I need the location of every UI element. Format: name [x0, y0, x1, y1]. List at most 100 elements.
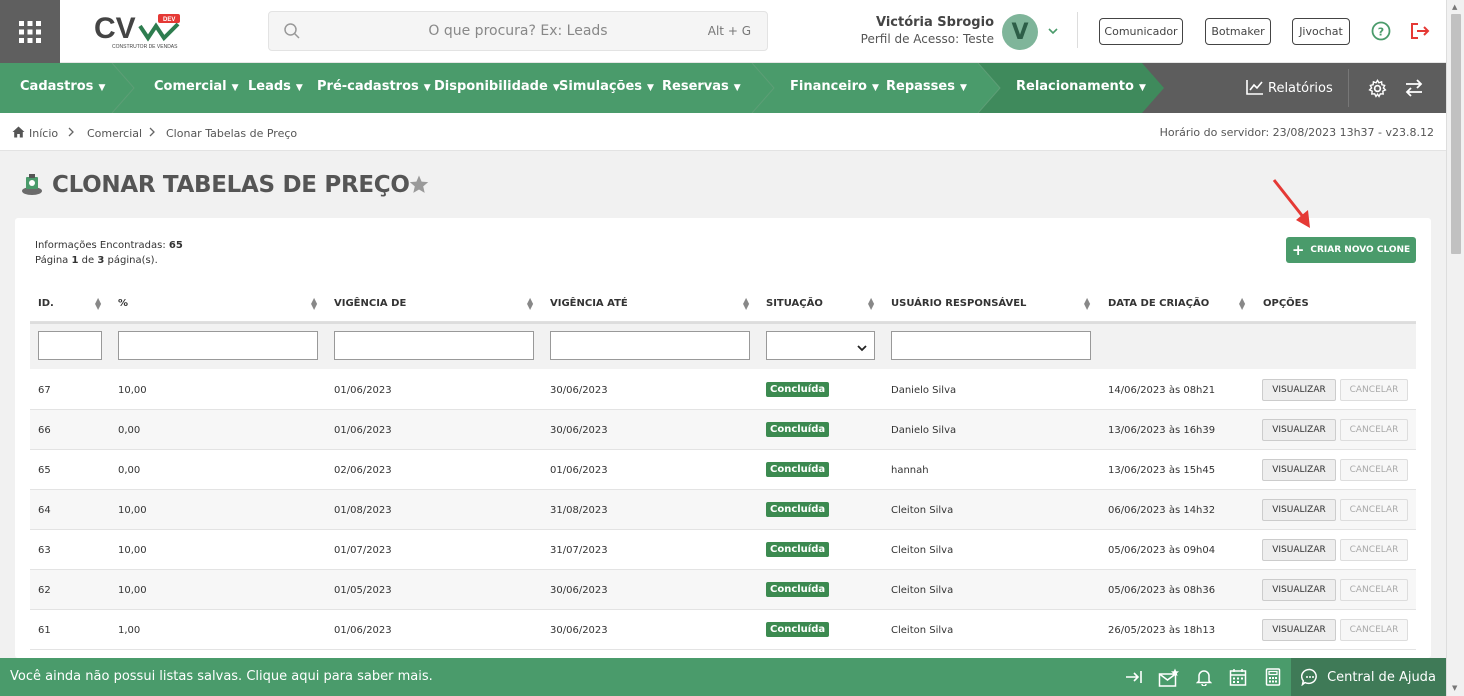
scroll-up-icon[interactable]: ▲ — [1452, 3, 1457, 11]
cell-percent: 10,00 — [118, 385, 147, 396]
nav-repasses[interactable]: Repasses ▼ — [886, 79, 967, 94]
jivochat-button[interactable]: Jivochat — [1292, 18, 1350, 45]
user-info[interactable]: Victória Sbrogio Perfil de Acesso: Teste — [861, 15, 994, 46]
global-search[interactable]: O que procura? Ex: Leads Alt + G — [268, 11, 768, 51]
company-logo[interactable]: CV DEV CONSTRUTOR DE VENDAS — [92, 10, 192, 52]
results-count: 65 — [168, 240, 183, 251]
cell-data-criacao: 14/06/2023 às 08h21 — [1108, 385, 1216, 396]
svg-text:CONSTRUTOR DE VENDAS: CONSTRUTOR DE VENDAS — [112, 44, 178, 50]
chat-bubble-icon — [1301, 668, 1317, 686]
cell-usuario: Danielo Silva — [891, 425, 957, 436]
calendar-icon[interactable] — [1229, 668, 1247, 686]
logout-icon[interactable] — [1409, 21, 1431, 41]
breadcrumb-current: Clonar Tabelas de Preço — [166, 127, 298, 140]
header-percent[interactable]: % — [118, 298, 128, 309]
chevron-down-icon: ▼ — [98, 83, 106, 93]
cancel-button[interactable]: CANCELAR — [1340, 619, 1408, 641]
view-button[interactable]: VISUALIZAR — [1262, 459, 1336, 481]
chevron-down-icon: ▼ — [871, 83, 879, 93]
header-data-criacao[interactable]: DATA DE CRIAÇÃO — [1108, 298, 1209, 309]
nav-pre-cadastros[interactable]: Pré-cadastros ▼ — [317, 79, 431, 94]
chevron-down-icon: ▼ — [959, 83, 967, 93]
home-icon[interactable] — [12, 126, 25, 138]
nav-simulacoes[interactable]: Simulações ▼ — [559, 79, 654, 94]
chevron-down-icon — [856, 338, 868, 357]
scroll-down-icon[interactable]: ▼ — [1452, 684, 1457, 692]
nav-cadastros[interactable]: Cadastros ▼ — [20, 79, 105, 94]
nav-financeiro[interactable]: Financeiro ▼ — [790, 79, 879, 94]
view-button[interactable]: VISUALIZAR — [1262, 379, 1336, 401]
scrollbar[interactable]: ▲ ▼ — [1446, 0, 1464, 696]
sort-icon[interactable]: ▲ ▼ — [95, 297, 101, 311]
status-badge: Concluída — [766, 542, 830, 557]
status-badge: Concluída — [766, 582, 830, 597]
header-id[interactable]: ID. — [38, 298, 54, 309]
filter-id-input[interactable] — [38, 331, 102, 360]
breadcrumb-comercial[interactable]: Comercial — [87, 127, 142, 140]
filter-percent-input[interactable] — [118, 331, 318, 360]
cancel-button[interactable]: CANCELAR — [1340, 379, 1408, 401]
view-button[interactable]: VISUALIZAR — [1262, 619, 1336, 641]
sort-icon[interactable]: ▲ ▼ — [868, 297, 874, 311]
header-situacao[interactable]: SITUAÇÃO — [766, 298, 823, 309]
nav-reservas[interactable]: Reservas ▼ — [662, 79, 741, 94]
view-button[interactable]: VISUALIZAR — [1262, 539, 1336, 561]
cancel-button[interactable]: CANCELAR — [1340, 419, 1408, 441]
cell-id: 67 — [38, 385, 51, 396]
swap-arrows-icon[interactable] — [1404, 79, 1424, 97]
calculator-icon[interactable] — [1265, 668, 1281, 686]
apps-grid-button[interactable] — [0, 0, 60, 63]
nav-disponibilidade[interactable]: Disponibilidade ▼ — [434, 79, 560, 94]
svg-text:CV: CV — [94, 12, 136, 45]
view-button[interactable]: VISUALIZAR — [1262, 419, 1336, 441]
header-vigencia-ate[interactable]: VIGÊNCIA ATÉ — [550, 298, 628, 309]
cell-vigencia-de: 01/08/2023 — [334, 505, 392, 516]
chevron-down-icon: ▼ — [231, 83, 239, 93]
breadcrumb-home[interactable]: Início — [29, 127, 58, 140]
cell-percent: 1,00 — [118, 625, 141, 636]
avatar[interactable]: V — [1002, 14, 1038, 50]
chevron-down-icon[interactable] — [1047, 26, 1059, 36]
header-usuario[interactable]: USUÁRIO RESPONSÁVEL — [891, 298, 1026, 309]
cell-vigencia-ate: 31/07/2023 — [550, 545, 608, 556]
cell-usuario: Cleiton Silva — [891, 625, 954, 636]
botmaker-button[interactable]: Botmaker — [1205, 18, 1271, 45]
status-badge: Concluída — [766, 502, 830, 517]
sort-icon[interactable]: ▲ ▼ — [1239, 297, 1245, 311]
mail-star-icon[interactable] — [1158, 668, 1180, 688]
status-badge: Concluída — [766, 422, 830, 437]
comunicador-button[interactable]: Comunicador — [1099, 18, 1183, 45]
help-center-button[interactable]: Central de Ajuda — [1291, 658, 1446, 696]
cancel-button[interactable]: CANCELAR — [1340, 579, 1408, 601]
header-vigencia-de[interactable]: VIGÊNCIA DE — [334, 298, 406, 309]
filter-usuario-input[interactable] — [891, 331, 1091, 360]
sort-icon[interactable]: ▲ ▼ — [311, 297, 317, 311]
cancel-button[interactable]: CANCELAR — [1340, 539, 1408, 561]
sort-icon[interactable]: ▲ ▼ — [743, 297, 749, 311]
cancel-button[interactable]: CANCELAR — [1340, 459, 1408, 481]
star-icon[interactable] — [409, 175, 429, 194]
bell-icon[interactable] — [1196, 668, 1212, 686]
status-badge: Concluída — [766, 462, 830, 477]
nav-relatorios[interactable]: Relatórios — [1246, 79, 1333, 96]
filter-vigencia-de-input[interactable] — [334, 331, 534, 360]
nav-comercial[interactable]: Comercial ▼ — [154, 79, 239, 94]
sort-icon[interactable]: ▲ ▼ — [1084, 297, 1090, 311]
filter-vigencia-ate-input[interactable] — [550, 331, 750, 360]
search-placeholder: O que procura? Ex: Leads — [428, 23, 608, 39]
chevron-right-icon — [68, 127, 74, 137]
scrollbar-thumb[interactable] — [1451, 14, 1461, 254]
nav-leads[interactable]: Leads ▼ — [248, 79, 303, 94]
cell-vigencia-de: 01/05/2023 — [334, 585, 392, 596]
collapse-arrow-icon[interactable] — [1125, 668, 1143, 686]
view-button[interactable]: VISUALIZAR — [1262, 499, 1336, 521]
nav-relacionamento[interactable]: Relacionamento ▼ — [1016, 79, 1146, 94]
sort-icon[interactable]: ▲ ▼ — [527, 297, 533, 311]
cancel-button[interactable]: CANCELAR — [1340, 499, 1408, 521]
create-clone-button[interactable]: + CRIAR NOVO CLONE — [1286, 237, 1416, 263]
filter-situacao-select[interactable] — [766, 331, 875, 360]
help-icon[interactable]: ? — [1371, 21, 1391, 41]
saved-lists-message[interactable]: Você ainda não possui listas salvas. Cli… — [10, 669, 433, 684]
gear-icon[interactable] — [1368, 79, 1387, 98]
view-button[interactable]: VISUALIZAR — [1262, 579, 1336, 601]
